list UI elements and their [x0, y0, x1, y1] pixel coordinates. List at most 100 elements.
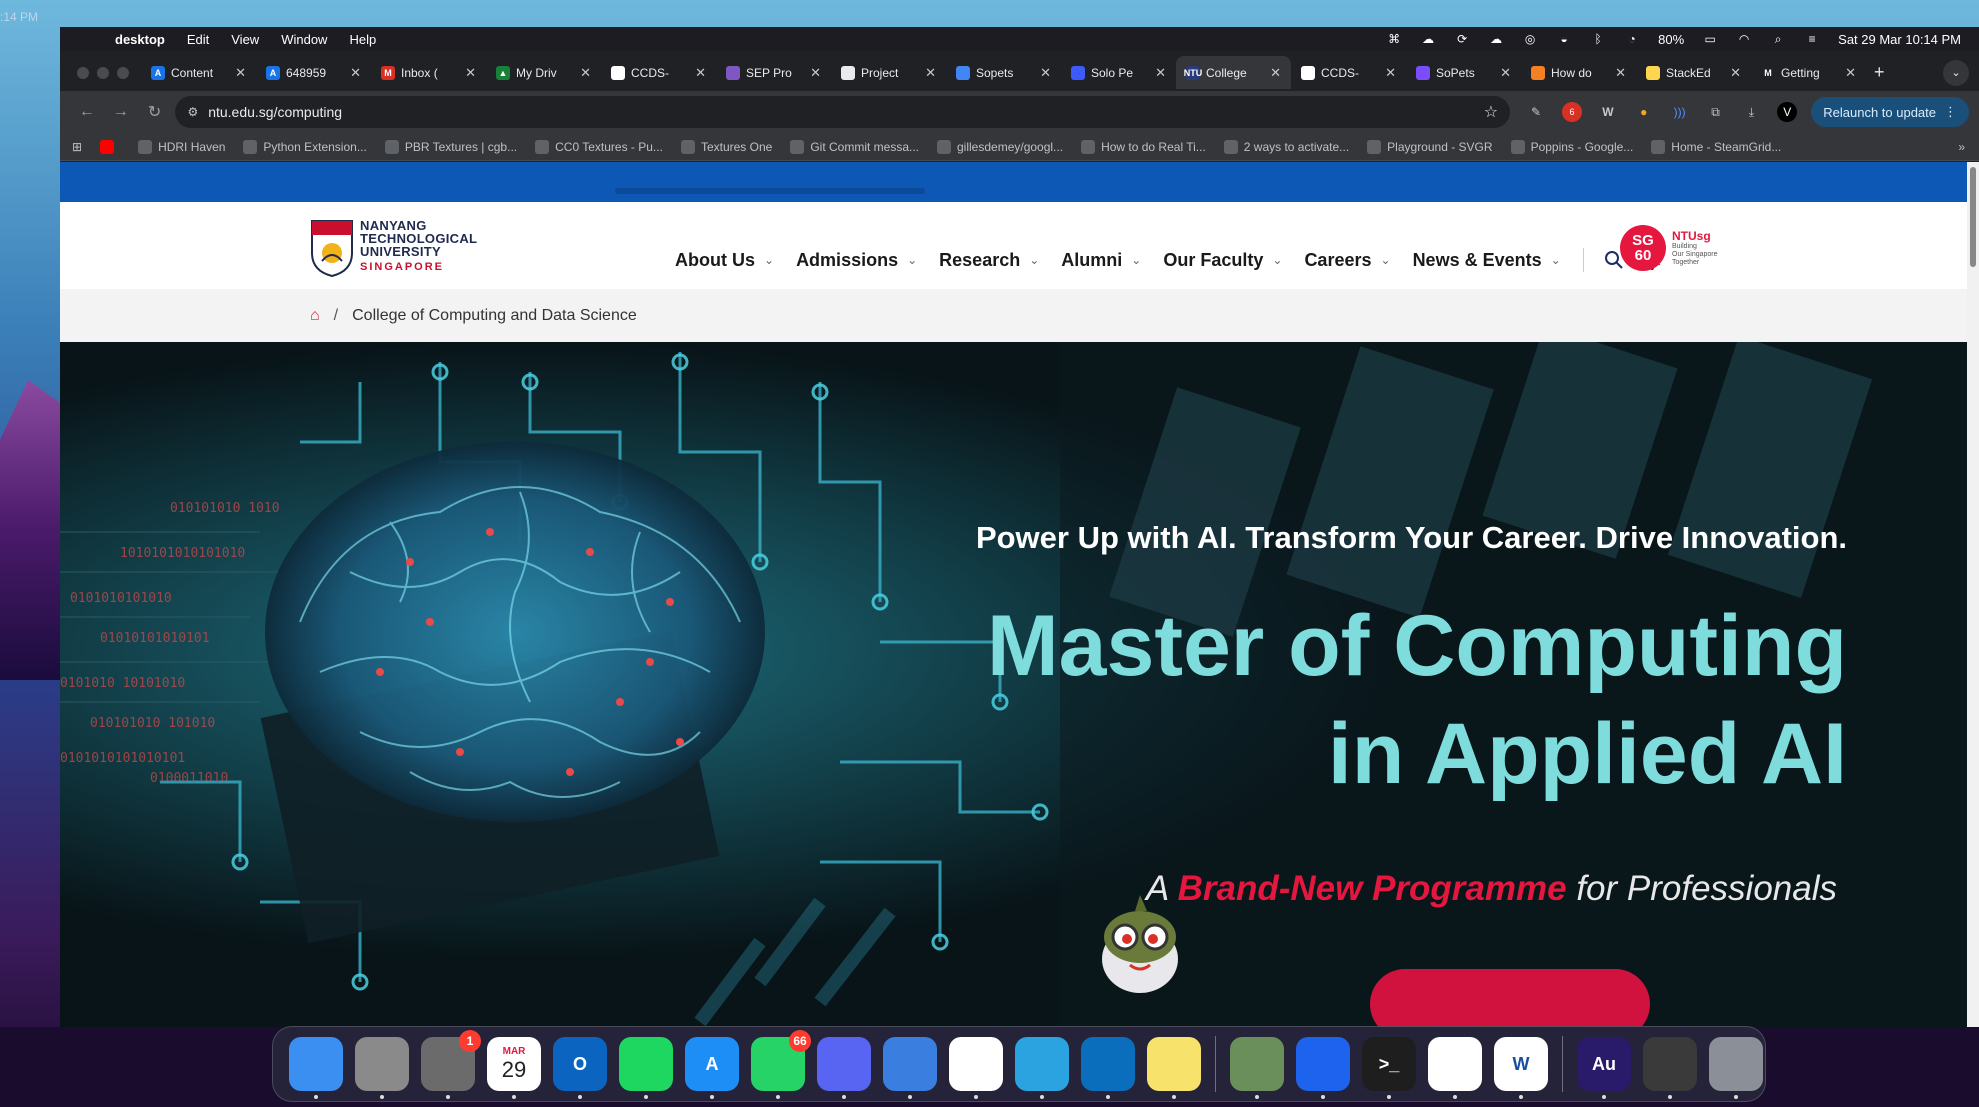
- nav-item[interactable]: Research ⌄: [939, 250, 1039, 271]
- tab[interactable]: M Inbox (✕: [371, 56, 486, 89]
- notes-app-icon[interactable]: [1147, 1037, 1201, 1099]
- tab-close-icon[interactable]: ✕: [695, 65, 706, 81]
- compass-status-icon[interactable]: ◎: [1522, 32, 1538, 46]
- new-tab-button[interactable]: +: [1866, 62, 1893, 83]
- ntu-logo[interactable]: NANYANG TECHNOLOGICAL UNIVERSITY SINGAPO…: [310, 219, 477, 277]
- tab[interactable]: CCDS- ✕: [601, 56, 716, 89]
- menu-edit[interactable]: Edit: [176, 32, 220, 47]
- battery-icon[interactable]: ▭: [1702, 32, 1718, 46]
- vscode-app-icon[interactable]: [1081, 1037, 1135, 1099]
- nav-item[interactable]: Our Faculty ⌄: [1163, 250, 1282, 271]
- profile-avatar-icon[interactable]: V: [1777, 102, 1798, 122]
- terminal-app-icon[interactable]: >_: [1362, 1037, 1416, 1099]
- finder-app-icon[interactable]: [289, 1037, 343, 1099]
- bookmark-item[interactable]: How to do Real Ti...: [1081, 139, 1206, 154]
- telegram-app-icon[interactable]: [1015, 1037, 1069, 1099]
- tab[interactable]: How do ✕: [1521, 56, 1636, 89]
- tab-close-icon[interactable]: ✕: [1155, 65, 1166, 81]
- control-center-icon[interactable]: ≡: [1804, 32, 1820, 46]
- tab-close-icon[interactable]: ✕: [580, 65, 591, 81]
- tab-close-icon[interactable]: ✕: [1270, 65, 1281, 81]
- tab-close-icon[interactable]: ✕: [810, 65, 821, 81]
- tab-close-icon[interactable]: ✕: [1040, 65, 1051, 81]
- menu-app-name[interactable]: desktop: [104, 32, 176, 47]
- recent-window-icon[interactable]: [1643, 1037, 1697, 1099]
- word-app-icon[interactable]: W: [1494, 1037, 1548, 1099]
- bookmark-item[interactable]: Home - SteamGrid...: [1651, 139, 1781, 154]
- home-icon[interactable]: ⌂: [310, 307, 320, 325]
- xcode-app-icon[interactable]: [883, 1037, 937, 1099]
- extensions-puzzle-icon[interactable]: ⧉: [1706, 102, 1726, 122]
- onedrive-status-icon[interactable]: ☁: [1488, 32, 1504, 46]
- tab-close-icon[interactable]: ✕: [1730, 65, 1741, 81]
- tab-close-icon[interactable]: ✕: [1845, 65, 1856, 81]
- cup-status-icon[interactable]: ◒: [1556, 32, 1572, 46]
- bookmark-item[interactable]: Git Commit messa...: [790, 139, 919, 154]
- sg60-logo[interactable]: SG 60 NTUsg Building Our Singapore Toget…: [1620, 225, 1718, 271]
- tab[interactable]: SEP Pro ✕: [716, 56, 831, 89]
- site-info-icon[interactable]: ⚙: [187, 105, 198, 119]
- relaunch-to-update-button[interactable]: Relaunch to update ⋮: [1811, 97, 1970, 127]
- translate-status-icon[interactable]: ⌘: [1386, 32, 1402, 46]
- whatsapp-app-icon[interactable]: 66: [751, 1030, 811, 1099]
- announcement-link[interactable]: [615, 188, 925, 194]
- address-bar[interactable]: ⚙ ntu.edu.sg/computing ☆: [175, 96, 1511, 128]
- breadcrumb-current[interactable]: College of Computing and Data Science: [352, 307, 637, 325]
- tab-close-icon[interactable]: ✕: [925, 65, 936, 81]
- apps-grid-icon[interactable]: ⊞: [72, 140, 82, 154]
- system-settings-app-icon[interactable]: 1: [421, 1030, 481, 1099]
- menubar-clock[interactable]: Sat 29 Mar 10:14 PM: [1838, 32, 1961, 47]
- upload-status-icon[interactable]: ⟳: [1454, 32, 1470, 46]
- download-icon[interactable]: ⤓: [1741, 102, 1761, 122]
- red-extension-icon[interactable]: 6: [1562, 102, 1582, 122]
- audition-app-icon[interactable]: Au: [1577, 1037, 1631, 1099]
- tab-close-icon[interactable]: ✕: [350, 65, 361, 81]
- tab[interactable]: ▲ My Driv ✕: [486, 56, 601, 89]
- nav-item[interactable]: Careers ⌄: [1304, 250, 1390, 271]
- back-arrow-icon[interactable]: ←: [70, 103, 104, 121]
- tab[interactable]: CCDS- ✕: [1291, 56, 1406, 89]
- tab-close-icon[interactable]: ✕: [1500, 65, 1511, 81]
- bookmark-item[interactable]: CC0 Textures - Pu...: [535, 139, 663, 154]
- launchpad-app-icon[interactable]: [355, 1037, 409, 1099]
- menu-help[interactable]: Help: [338, 32, 387, 47]
- tab[interactable]: NTU College ✕: [1176, 56, 1291, 89]
- wifi-icon[interactable]: ◠: [1736, 32, 1752, 46]
- address-bar-url[interactable]: ntu.edu.sg/computing: [208, 104, 1484, 120]
- tab-close-icon[interactable]: ✕: [1615, 65, 1626, 81]
- tab[interactable]: Project ✕: [831, 56, 946, 89]
- audio-extension-icon[interactable]: ))): [1670, 102, 1690, 122]
- tab[interactable]: M Getting ✕: [1751, 56, 1866, 89]
- tab[interactable]: Solo Pe ✕: [1061, 56, 1176, 89]
- discord-app-icon[interactable]: [817, 1037, 871, 1099]
- calendar-app-icon[interactable]: MAR 29: [487, 1037, 541, 1099]
- docker-app-icon[interactable]: [1296, 1037, 1350, 1099]
- bluetooth-status-icon[interactable]: ᛒ: [1590, 32, 1606, 46]
- bookmark-item[interactable]: gillesdemey/googl...: [937, 139, 1063, 154]
- cloud-sync-status-icon[interactable]: ☁: [1420, 32, 1436, 46]
- outlook-app-icon[interactable]: O: [553, 1037, 607, 1099]
- bookmark-item[interactable]: HDRI Haven: [138, 139, 225, 154]
- zoom-window-button[interactable]: [117, 66, 129, 79]
- reload-icon[interactable]: ↻: [138, 102, 172, 122]
- spotify-app-icon[interactable]: [619, 1037, 673, 1099]
- hero-banner[interactable]: 010101010 1010 1010101010101010 01010101…: [60, 342, 1967, 1027]
- tab-close-icon[interactable]: ✕: [465, 65, 476, 81]
- hero-cta-button[interactable]: [1370, 969, 1650, 1027]
- page-scrollbar[interactable]: [1967, 162, 1979, 1027]
- nav-item[interactable]: Admissions ⌄: [796, 250, 917, 271]
- menu-window[interactable]: Window: [270, 32, 338, 47]
- tab[interactable]: A Content ✕: [141, 56, 256, 89]
- bookmark-item[interactable]: PBR Textures | cgb...: [384, 139, 517, 154]
- tab-search-chevron-icon[interactable]: ⌄: [1943, 59, 1969, 86]
- tab[interactable]: A 648959 ✕: [256, 56, 371, 89]
- w-extension-icon[interactable]: W: [1598, 102, 1618, 122]
- bookmark-item[interactable]: Textures One: [680, 139, 772, 154]
- nav-item[interactable]: About Us ⌄: [675, 250, 774, 271]
- tab-close-icon[interactable]: ✕: [1385, 65, 1396, 81]
- nav-item[interactable]: News & Events ⌄: [1413, 250, 1561, 271]
- sourcetree-app-icon[interactable]: [1230, 1037, 1284, 1099]
- bookmark-item[interactable]: Playground - SVGR: [1367, 139, 1493, 154]
- minimize-window-button[interactable]: [97, 66, 109, 79]
- tab[interactable]: SoPets ✕: [1406, 56, 1521, 89]
